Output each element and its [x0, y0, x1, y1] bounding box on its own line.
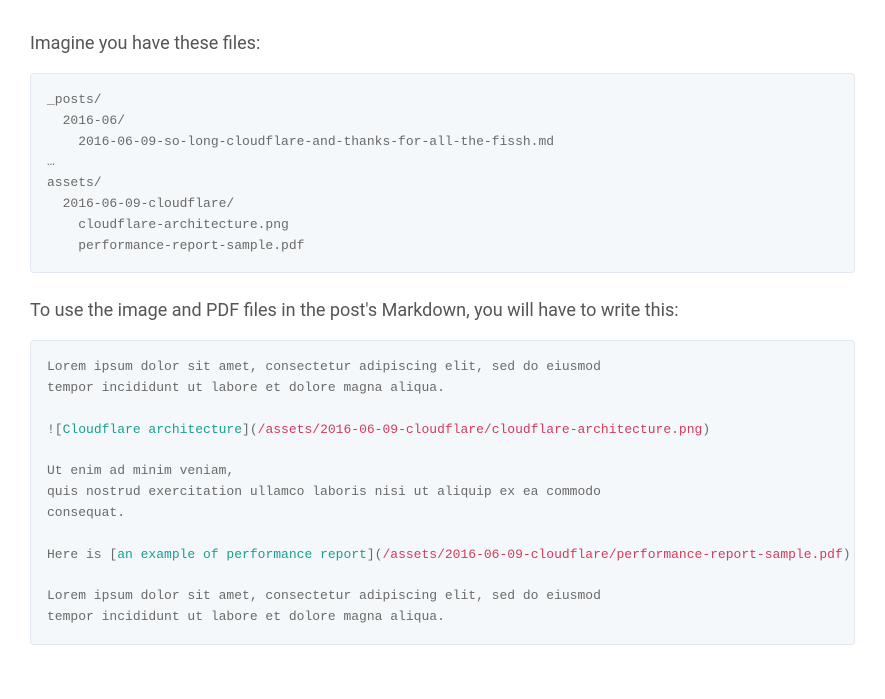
code-line: cloudflare-architecture.png [47, 217, 289, 232]
code-line: assets/ [47, 175, 102, 190]
code-line: consequat. [47, 505, 125, 520]
md-image-prefix: ![ [47, 422, 63, 437]
md-link-suffix: ) [843, 547, 851, 562]
code-line: quis nostrud exercitation ullamco labori… [47, 484, 601, 499]
markdown-code-block[interactable]: Lorem ipsum dolor sit amet, consectetur … [30, 340, 855, 644]
code-line: _posts/ [47, 92, 102, 107]
code-line: tempor incididunt ut labore et dolore ma… [47, 380, 445, 395]
code-line: … [47, 154, 55, 169]
code-line: performance-report-sample.pdf [47, 238, 304, 253]
code-line: Lorem ipsum dolor sit amet, consectetur … [47, 359, 601, 374]
md-image-mid: ]( [242, 422, 258, 437]
code-line: Ut enim ad minim veniam, [47, 463, 234, 478]
md-link-path: /assets/2016-06-09-cloudflare/performanc… [382, 547, 842, 562]
md-image-alt: Cloudflare architecture [63, 422, 242, 437]
md-image-path: /assets/2016-06-09-cloudflare/cloudflare… [258, 422, 703, 437]
md-image-suffix: ) [702, 422, 710, 437]
code-line: 2016-06-09-cloudflare/ [47, 196, 234, 211]
code-line: Lorem ipsum dolor sit amet, consectetur … [47, 588, 601, 603]
code-line: 2016-06-09-so-long-cloudflare-and-thanks… [47, 134, 554, 149]
mid-paragraph: To use the image and PDF files in the po… [30, 297, 855, 324]
intro-paragraph: Imagine you have these files: [30, 30, 855, 57]
code-line: 2016-06/ [47, 113, 125, 128]
md-link-mid: ]( [367, 547, 383, 562]
code-line: tempor incididunt ut labore et dolore ma… [47, 609, 445, 624]
file-tree-code-block: _posts/ 2016-06/ 2016-06-09-so-long-clou… [30, 73, 855, 273]
md-link-prefix: Here is [ [47, 547, 117, 562]
md-link-text: an example of performance report [117, 547, 367, 562]
